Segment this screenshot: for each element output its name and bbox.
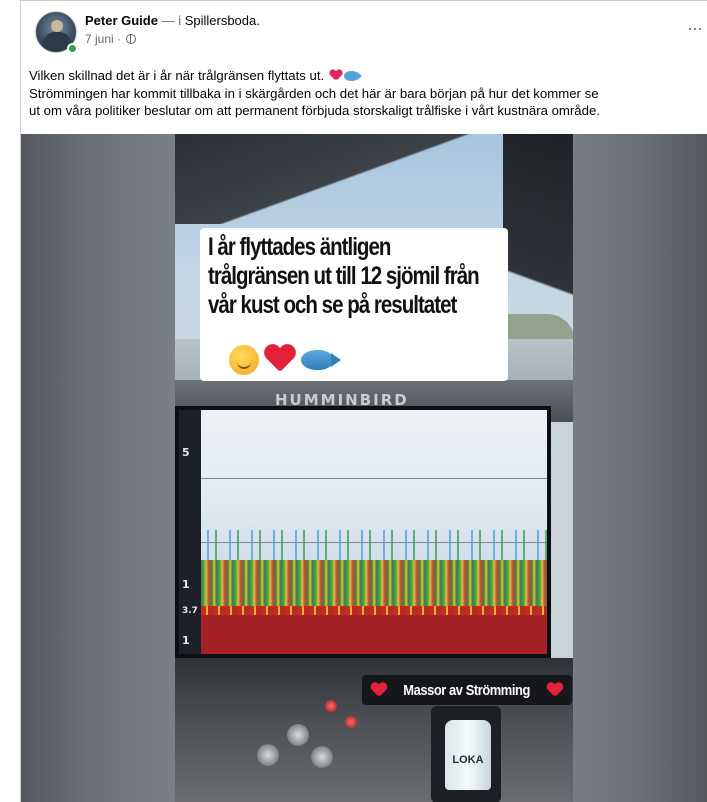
console-knob xyxy=(311,746,333,768)
heart-emoji-icon xyxy=(265,345,295,373)
public-globe-icon xyxy=(126,34,137,44)
post-header: Peter Guide — i Spillersboda. 7 juni · ·… xyxy=(21,1,707,57)
sonar-scale-value: 3.7 xyxy=(182,606,198,616)
bottle-label: LOKA xyxy=(452,754,484,766)
console-knob xyxy=(287,724,309,746)
heart-emoji-icon xyxy=(330,70,342,81)
sonar-scale-value: 1 xyxy=(182,578,190,591)
post-meta: 7 juni · xyxy=(85,31,137,47)
photo-windshield-pillar xyxy=(503,134,573,374)
console-knob xyxy=(257,744,279,766)
heart-emoji-icon xyxy=(371,683,387,697)
sonar-scale-value: 5 xyxy=(182,446,190,459)
facebook-post: Peter Guide — i Spillersboda. 7 juni · ·… xyxy=(20,0,707,802)
sonar-display: 5 1 3.7 1 xyxy=(179,410,547,654)
post-media[interactable]: HUMMINBIRD 5 1 3.7 1 LOKA I år flyttades… xyxy=(21,134,707,802)
caption-text: Massor av Strömming xyxy=(403,681,531,699)
post-text-line-2: Strömmingen har kommit tillbaka in i skä… xyxy=(29,85,599,101)
sonar-seabed xyxy=(201,615,547,654)
heart-emoji-icon xyxy=(547,683,563,697)
location-link[interactable]: Spillersboda. xyxy=(185,13,260,28)
sonar-depth-scale: 5 1 3.7 1 xyxy=(179,410,201,654)
avatar-head-shape xyxy=(51,20,63,32)
sticker-text: I år flyttades äntligen trålgränsen ut t… xyxy=(208,233,480,319)
sonar-screen: 5 1 3.7 1 xyxy=(175,406,551,658)
caption-sticker: Massor av Strömming xyxy=(362,675,572,705)
location-separator: — i xyxy=(157,13,185,28)
post-date-link[interactable]: 7 juni · xyxy=(85,32,124,46)
post-text-line-3: ut om våra politiker beslutar om att per… xyxy=(29,103,600,118)
author-line: Peter Guide — i Spillersboda. xyxy=(85,13,260,29)
hugging-face-emoji-icon xyxy=(229,345,259,375)
online-status-dot xyxy=(67,43,78,54)
fish-emoji-icon xyxy=(343,71,362,81)
fish-emoji-icon xyxy=(301,350,341,370)
post-text-line-1: Vilken skillnad det är i år när trålgrän… xyxy=(29,67,707,85)
console-red-button xyxy=(345,716,357,728)
sticker-emoji-row xyxy=(229,345,341,375)
sonar-grid-line xyxy=(201,478,547,479)
author-name-link[interactable]: Peter Guide xyxy=(85,13,158,28)
sonar-scale-value: 1 xyxy=(182,634,190,647)
console-red-button xyxy=(325,700,337,712)
post-text: Vilken skillnad det är i år när trålgrän… xyxy=(29,67,707,120)
more-options-button[interactable]: ··· xyxy=(687,19,703,37)
post-text-line-1-text: Vilken skillnad det är i år när trålgrän… xyxy=(29,68,328,83)
